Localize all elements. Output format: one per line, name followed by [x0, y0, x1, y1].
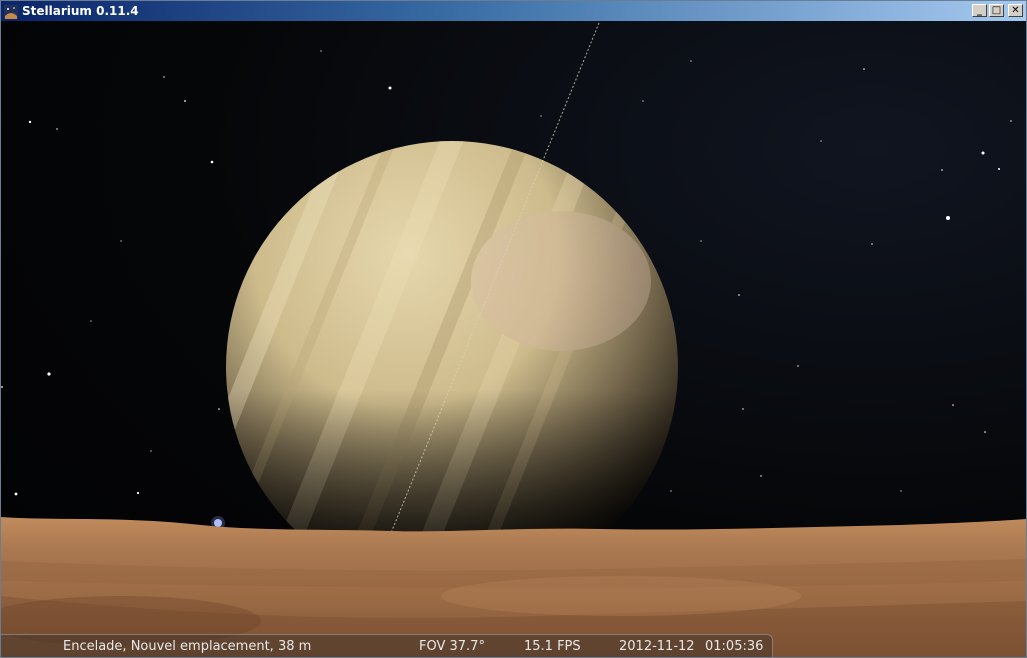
- scene-canvas[interactable]: [1, 21, 1026, 657]
- maximize-button[interactable]: □: [989, 4, 1004, 17]
- location-label: Encelade, Nouvel emplacement, 38 m: [63, 639, 312, 654]
- date-label: 2012-11-12: [619, 639, 695, 654]
- minimize-icon: _: [977, 4, 982, 16]
- minimize-button[interactable]: _: [972, 4, 987, 17]
- fov-label: FOV 37.7°: [419, 639, 485, 654]
- status-bar: Encelade, Nouvel emplacement, 38 m FOV 3…: [1, 634, 773, 657]
- window-title: Stellarium 0.11.4: [22, 4, 139, 18]
- sky-view[interactable]: [1, 21, 1026, 657]
- time-label: 01:05:36: [705, 639, 764, 654]
- close-button[interactable]: ✕: [1008, 4, 1023, 17]
- stellarium-window: Stellarium 0.11.4 _ □ ✕ Encelade, Nouvel…: [0, 0, 1027, 658]
- close-icon: ✕: [1011, 4, 1020, 16]
- window-controls: _ □ ✕: [972, 4, 1023, 17]
- fps-label: 15.1 FPS: [524, 639, 581, 654]
- maximize-icon: □: [991, 4, 1002, 16]
- title-bar[interactable]: Stellarium 0.11.4 _ □ ✕: [1, 1, 1026, 21]
- stellarium-app-icon: [4, 4, 18, 19]
